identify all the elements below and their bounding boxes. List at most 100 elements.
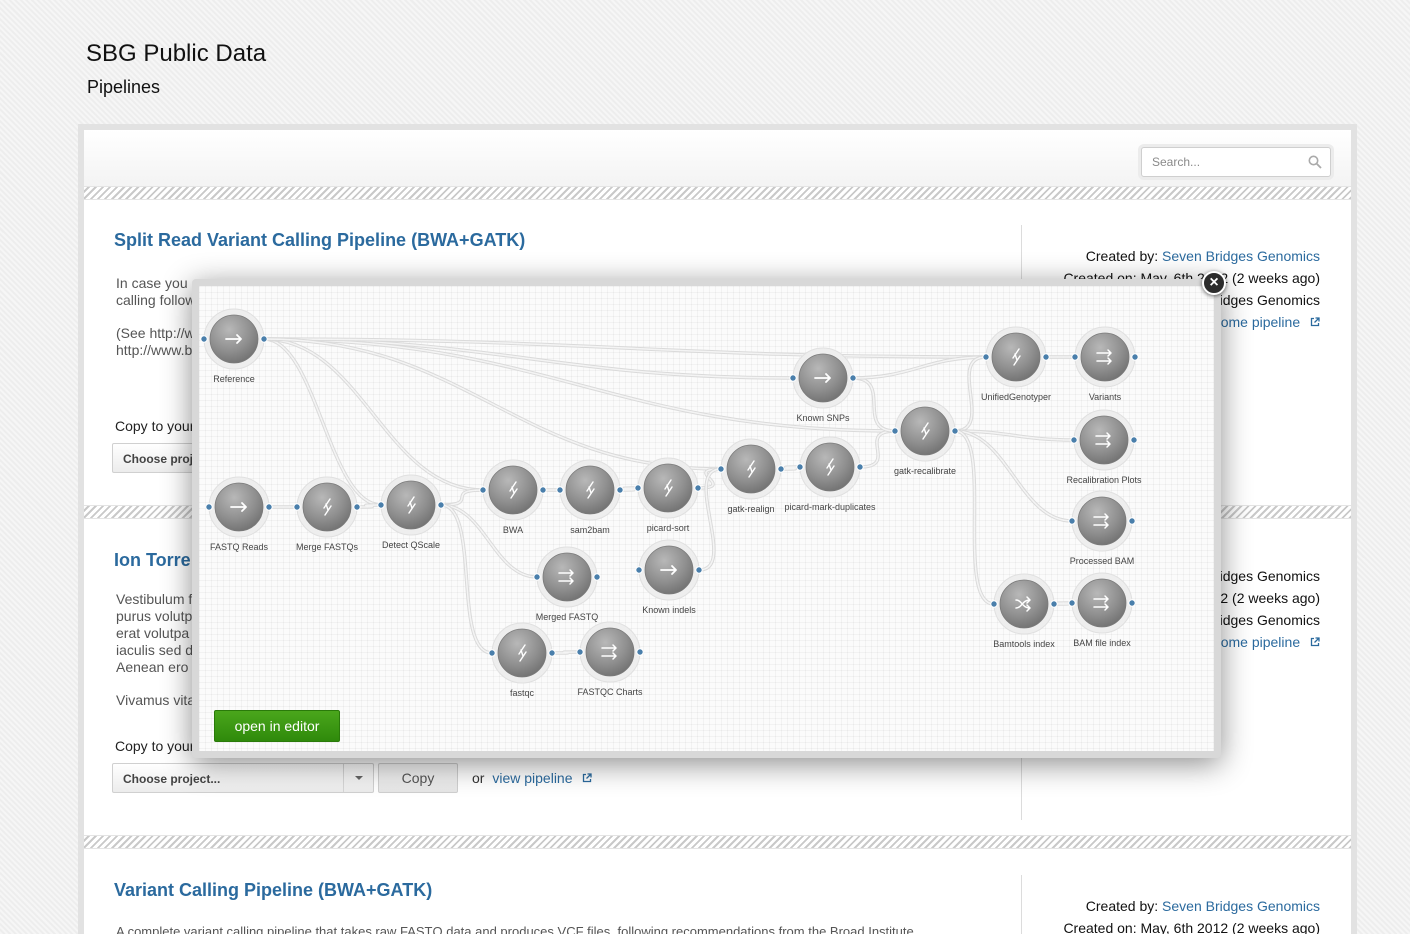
pipeline-node-recalibration-plots[interactable]: Recalibration Plots (1066, 409, 1142, 485)
pipeline-node-fastqc-charts[interactable]: FASTQC Charts (576, 621, 644, 697)
view-pipeline-link[interactable]: view pipeline (492, 770, 572, 786)
author-link[interactable]: ridges Genomics (1215, 612, 1320, 628)
output-port[interactable] (849, 374, 857, 382)
search-input[interactable] (1142, 148, 1302, 176)
created-by-link[interactable]: Seven Bridges Genomics (1162, 248, 1320, 264)
input-port[interactable] (293, 503, 301, 511)
output-port[interactable] (1128, 599, 1136, 607)
input-port[interactable] (556, 486, 564, 494)
input-port[interactable] (990, 600, 998, 608)
output-port[interactable] (1131, 353, 1139, 361)
input-port[interactable] (1070, 436, 1078, 444)
output-port[interactable] (1128, 517, 1136, 525)
pipeline-node-known-snps[interactable]: Known SNPs (789, 347, 857, 423)
pipeline-node-merged-fastq[interactable]: Merged FASTQ (533, 546, 601, 622)
pipeline-node-processed-bam[interactable]: Processed BAM (1068, 490, 1136, 566)
input-port[interactable] (576, 648, 584, 656)
dropdown-toggle[interactable] (343, 764, 373, 792)
pipeline-node-bam-file-index[interactable]: BAM file index (1068, 572, 1136, 648)
output-port[interactable] (694, 484, 702, 492)
output-port[interactable] (636, 648, 644, 656)
output-port[interactable] (265, 503, 273, 511)
input-port[interactable] (891, 427, 899, 435)
pipeline-description-line: purus volutp (116, 608, 193, 624)
output-port[interactable] (548, 649, 556, 657)
output-port[interactable] (616, 486, 624, 494)
page-subtitle: Pipelines (87, 77, 161, 97)
output-port[interactable] (1050, 600, 1058, 608)
open-in-editor-button[interactable]: open in editor (214, 710, 340, 742)
input-port[interactable] (200, 335, 208, 343)
output-port[interactable] (1042, 353, 1050, 361)
output-port[interactable] (777, 465, 785, 473)
pipeline-node-picard-mark-duplicates[interactable]: picard-mark-duplicates (784, 436, 876, 512)
author-link[interactable]: ridges Genomics (1215, 292, 1320, 308)
external-link-icon[interactable] (582, 773, 593, 783)
pipeline-node-merge-fastqs[interactable]: Merge FASTQs (293, 476, 361, 552)
input-port[interactable] (533, 573, 541, 581)
output-port[interactable] (695, 566, 703, 574)
pipeline-node-bamtools-index[interactable]: Bamtools index (990, 573, 1058, 649)
input-port[interactable] (796, 463, 804, 471)
output-port[interactable] (593, 573, 601, 581)
input-port[interactable] (479, 486, 487, 494)
node-label: picard-sort (647, 523, 690, 533)
pipeline-node-detect-qscale[interactable]: Detect QScale (377, 474, 445, 550)
pipeline-node-fastqc[interactable]: fastqc (488, 622, 556, 698)
output-port[interactable] (260, 335, 268, 343)
project-select[interactable]: Choose project... (112, 763, 374, 793)
pipeline-nodes: Reference FASTQ Reads Merge FASTQs Detect Q… (200, 308, 1142, 698)
pipeline-link[interactable]: some pipeline (1214, 634, 1300, 650)
pipeline-node-variants[interactable]: Variants (1071, 326, 1139, 402)
pipeline-description-line: A complete variant calling pipeline that… (116, 924, 914, 934)
pipeline-title[interactable]: Split Read Variant Calling Pipeline (BWA… (114, 230, 525, 251)
output-port[interactable] (539, 486, 547, 494)
node-body (1080, 332, 1130, 382)
project-select-value: Choose project... (123, 772, 221, 786)
input-port[interactable] (635, 566, 643, 574)
pipeline-node-unifiedgenotyper[interactable]: UnifiedGenotyper (981, 326, 1051, 402)
close-icon[interactable]: × (1202, 271, 1226, 295)
input-port[interactable] (789, 374, 797, 382)
node-label: Known SNPs (796, 413, 850, 423)
output-port[interactable] (1130, 436, 1138, 444)
input-port[interactable] (488, 649, 496, 657)
pipeline-link-row: some pipeline (1214, 634, 1320, 650)
pipeline-node-gatk-realign[interactable]: gatk-realign (717, 438, 785, 514)
search-icon[interactable] (1308, 155, 1322, 169)
output-port[interactable] (353, 503, 361, 511)
created-by-link[interactable]: Seven Bridges Genomics (1162, 898, 1320, 914)
search-box[interactable] (1141, 147, 1331, 177)
output-port[interactable] (951, 427, 959, 435)
input-port[interactable] (1068, 517, 1076, 525)
pipeline-canvas[interactable]: Reference FASTQ Reads Merge FASTQs Detect Q… (199, 286, 1214, 751)
input-port[interactable] (634, 484, 642, 492)
section-divider (84, 835, 1351, 849)
pipeline-node-picard-sort[interactable]: picard-sort (634, 457, 702, 533)
author-link[interactable]: ridges Genomics (1215, 568, 1320, 584)
output-port[interactable] (856, 463, 864, 471)
pipeline-title[interactable]: Ion Torre (114, 550, 191, 571)
input-port[interactable] (717, 465, 725, 473)
pipeline-node-gatk-recalibrate[interactable]: gatk-recalibrate (891, 400, 959, 476)
pipeline-title[interactable]: Variant Calling Pipeline (BWA+GATK) (114, 880, 432, 901)
input-port[interactable] (1068, 599, 1076, 607)
pipeline-node-fastq-reads[interactable]: FASTQ Reads (205, 476, 273, 552)
output-port[interactable] (437, 501, 445, 509)
input-port[interactable] (982, 353, 990, 361)
node-label: Merged FASTQ (536, 612, 599, 622)
input-port[interactable] (205, 503, 213, 511)
external-link-icon[interactable] (1310, 317, 1320, 327)
copy-button[interactable]: Copy (378, 763, 458, 793)
pipeline-node-known-indels[interactable]: Known indels (635, 539, 703, 615)
pipeline-node-reference[interactable]: Reference (200, 308, 268, 384)
node-body (1077, 496, 1127, 546)
pipeline-node-sam2bam[interactable]: sam2bam (556, 459, 624, 535)
node-label: fastqc (510, 688, 535, 698)
input-port[interactable] (377, 501, 385, 509)
node-label: FASTQ Reads (210, 542, 269, 552)
pipeline-link[interactable]: some pipeline (1214, 314, 1300, 330)
pipeline-node-bwa[interactable]: BWA (479, 459, 547, 535)
input-port[interactable] (1071, 353, 1079, 361)
external-link-icon[interactable] (1310, 637, 1320, 647)
